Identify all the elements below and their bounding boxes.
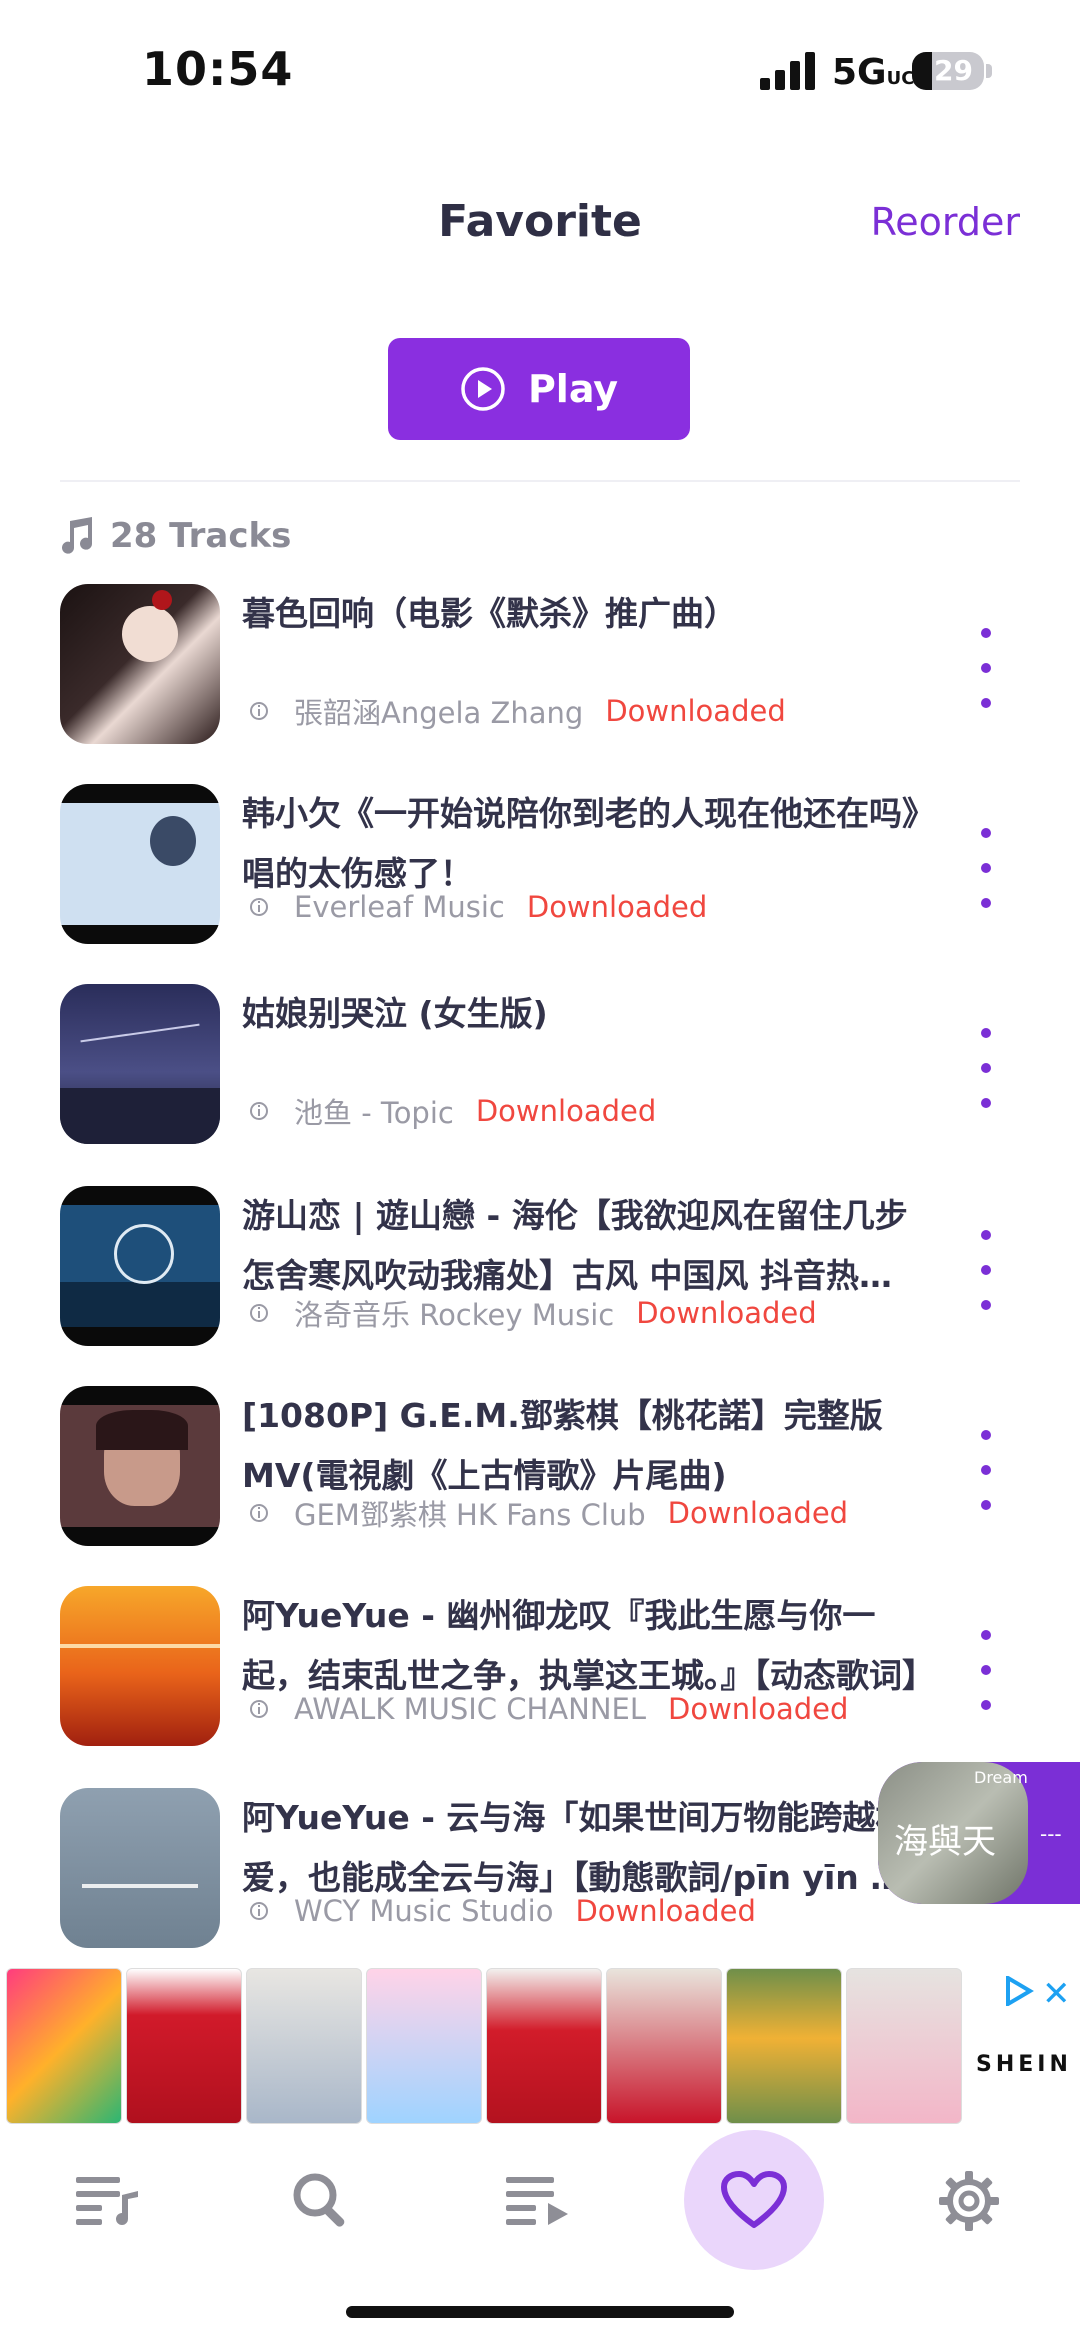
track-title: 阿YueYue - 云与海「如果世间万物能跨越相爱，也能成全云与海」【動態歌詞/… xyxy=(242,1798,916,1897)
track-artist: AWALK MUSIC CHANNEL xyxy=(294,1692,647,1726)
download-status: Downloaded xyxy=(667,1496,849,1530)
track-artwork xyxy=(60,1186,220,1346)
ad-product-image[interactable] xyxy=(726,1968,842,2124)
ad-product-image[interactable] xyxy=(6,1968,122,2124)
mini-art-title: 海與天 xyxy=(894,1822,996,1862)
download-status: Downloaded xyxy=(668,1692,849,1726)
more-options-icon[interactable] xyxy=(968,1630,1004,1710)
divider xyxy=(60,480,1020,482)
track-artwork xyxy=(60,1788,220,1948)
list-item[interactable]: [1080P] G.E.M.鄧紫棋【桃花諾】完整版MV(電視劇《上古情歌》片尾曲… xyxy=(0,1386,1080,1586)
reorder-button[interactable]: Reorder xyxy=(871,200,1020,244)
nav-queue[interactable] xyxy=(472,2136,602,2266)
more-options-icon[interactable] xyxy=(968,828,1004,908)
search-icon xyxy=(293,2173,345,2227)
info-icon xyxy=(250,1504,268,1522)
mini-art-label: Dream xyxy=(974,1768,1028,1787)
battery-icon: 29 xyxy=(912,52,984,90)
heart-icon xyxy=(721,2171,787,2228)
bottom-nav xyxy=(0,2130,1080,2286)
track-artwork xyxy=(60,584,220,744)
more-options-icon[interactable] xyxy=(968,1430,1004,1510)
gear-icon xyxy=(939,2171,999,2231)
tracks-header: 28 Tracks xyxy=(60,516,291,556)
playlist-icon xyxy=(76,2177,138,2225)
home-indicator xyxy=(346,2306,734,2318)
track-meta: AWALK MUSIC CHANNEL Downloaded xyxy=(248,1692,848,1726)
track-meta: GEM鄧紫棋 HK Fans Club Downloaded xyxy=(248,1492,848,1534)
more-options-icon[interactable] xyxy=(968,1230,1004,1310)
list-item[interactable]: 游山恋 | 遊山戀 - 海伦【我欲迎风在留住几步 怎舍寒风吹动我痛处】古风 中国… xyxy=(0,1186,1080,1386)
ad-product-image[interactable] xyxy=(486,1968,602,2124)
play-circle-icon xyxy=(461,367,505,411)
track-title: [1080P] G.E.M.鄧紫棋【桃花諾】完整版MV(電視劇《上古情歌》片尾曲… xyxy=(242,1396,883,1495)
tracks-count: 28 Tracks xyxy=(110,516,292,556)
ad-product-image[interactable] xyxy=(606,1968,722,2124)
info-icon xyxy=(250,1902,268,1920)
track-title: 游山恋 | 遊山戀 - 海伦【我欲迎风在留住几步 怎舍寒风吹动我痛处】古风 中国… xyxy=(242,1196,908,1295)
mini-player-progress: --- xyxy=(1040,1822,1062,1846)
track-artist: WCY Music Studio xyxy=(294,1894,554,1928)
nav-search[interactable] xyxy=(256,2136,386,2266)
download-status: Downloaded xyxy=(636,1296,817,1330)
track-artist: GEM鄧紫棋 HK Fans Club xyxy=(294,1498,646,1532)
network-label: 5GUC xyxy=(832,52,915,93)
battery-cap xyxy=(986,64,992,78)
track-artist: 張韶涵Angela Zhang xyxy=(294,696,584,730)
ad-product-image[interactable] xyxy=(366,1968,482,2124)
download-status: Downloaded xyxy=(475,1094,657,1128)
play-label: Play xyxy=(527,367,619,411)
track-artwork xyxy=(60,984,220,1144)
nav-settings[interactable] xyxy=(904,2136,1034,2266)
info-icon xyxy=(250,1700,268,1718)
info-icon xyxy=(250,898,268,916)
track-artist: 洛奇音乐 Rockey Music xyxy=(294,1298,615,1332)
close-icon[interactable]: ✕ xyxy=(1042,1974,1071,2014)
list-item[interactable]: 暮色回响（电影《默杀》推广曲） 張韶涵Angela Zhang Download… xyxy=(0,584,1080,784)
ad-brand: SHEIN xyxy=(976,2052,1072,2077)
track-artist: 池鱼 - Topic xyxy=(294,1096,454,1130)
download-status: Downloaded xyxy=(605,694,786,728)
status-time: 10:54 xyxy=(142,42,294,96)
track-title: 暮色回响（电影《默杀》推广曲） xyxy=(242,594,737,633)
track-artwork xyxy=(60,784,220,944)
list-item[interactable]: 韩小欠《一开始说陪你到老的人现在他还在吗》唱的太伤感了！ Everleaf Mu… xyxy=(0,784,1080,984)
battery-level: 29 xyxy=(934,54,973,87)
ad-choices-icon[interactable] xyxy=(1004,1976,1034,2006)
queue-icon xyxy=(506,2177,568,2225)
track-artist: Everleaf Music xyxy=(294,890,505,924)
more-options-icon[interactable] xyxy=(968,1028,1004,1108)
track-artwork xyxy=(60,1386,220,1546)
nav-favorites[interactable] xyxy=(684,2130,824,2270)
download-status: Downloaded xyxy=(575,1894,756,1928)
info-icon xyxy=(250,1304,268,1322)
music-note-icon xyxy=(62,517,92,554)
ad-product-image[interactable] xyxy=(846,1968,962,2124)
nav-playlists[interactable] xyxy=(42,2136,172,2266)
mini-player[interactable]: Dream 海與天 --- xyxy=(878,1762,1080,1904)
mini-player-artwork: Dream 海與天 xyxy=(878,1762,1028,1904)
info-icon xyxy=(250,1102,268,1120)
more-options-icon[interactable] xyxy=(968,628,1004,708)
download-status: Downloaded xyxy=(526,890,708,924)
track-title: 韩小欠《一开始说陪你到老的人现在他还在吗》唱的太伤感了！ xyxy=(242,794,919,893)
ad-banner[interactable]: ✕ SHEIN xyxy=(0,1960,1080,2124)
list-item[interactable]: 姑娘别哭泣 (女生版) 池鱼 - Topic Downloaded xyxy=(0,984,1080,1184)
info-icon xyxy=(250,702,268,720)
track-meta: 洛奇音乐 Rockey Music Downloaded xyxy=(248,1292,817,1334)
track-meta: Everleaf Music Downloaded xyxy=(248,890,707,924)
track-title: 阿YueYue - 幽州御龙叹『我此生愿与你一起，结束乱世之争，执掌这王城。』【… xyxy=(242,1596,922,1695)
track-artwork xyxy=(60,1586,220,1746)
signal-icon xyxy=(760,52,815,90)
track-title: 姑娘别哭泣 (女生版) xyxy=(242,994,548,1033)
list-item[interactable]: 阿YueYue - 幽州御龙叹『我此生愿与你一起，结束乱世之争，执掌这王城。』【… xyxy=(0,1586,1080,1786)
track-meta: WCY Music Studio Downloaded xyxy=(248,1894,756,1928)
track-meta: 池鱼 - Topic Downloaded xyxy=(248,1090,656,1132)
play-button[interactable]: Play xyxy=(388,338,690,440)
track-meta: 張韶涵Angela Zhang Downloaded xyxy=(248,690,786,732)
ad-product-image[interactable] xyxy=(246,1968,362,2124)
ad-product-image[interactable] xyxy=(126,1968,242,2124)
